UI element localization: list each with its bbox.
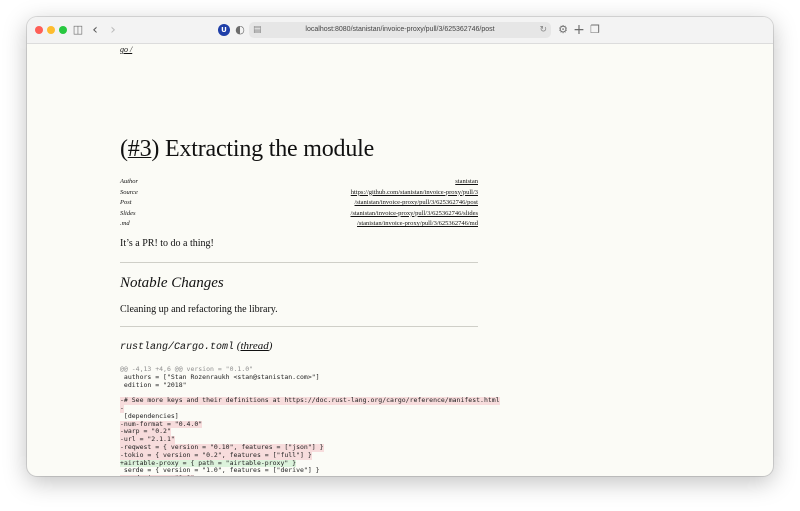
meta-value-link[interactable]: /stanistan/invoice-proxy/pull/3/62536274…: [164, 219, 478, 230]
meta-key: Post: [120, 199, 132, 207]
thread-link[interactable]: thread: [240, 340, 268, 352]
page-title: (#3) Extracting the module: [120, 136, 374, 163]
diff-line-row: -tokio = { version = "0.2", features = […: [120, 451, 773, 460]
minimize-window-button[interactable]: [47, 26, 55, 34]
diff-line-row: -reqwest = { version = "0.10", features …: [120, 443, 773, 452]
file-path: rustlang/Cargo.toml: [120, 342, 235, 353]
settings-icon[interactable]: ⚙: [557, 23, 569, 37]
section-text: Cleaning up and refactoring the library.: [120, 304, 278, 315]
diff-block: @@ -4,13 +4,6 @@ version = "0.1.0" autho…: [120, 365, 773, 476]
diff-line-row: -url = "2.1.1": [120, 435, 773, 444]
diff-line-ctx: serde = { version = "1.0", features = ["…: [120, 466, 320, 475]
extension-icon[interactable]: U: [218, 24, 230, 36]
divider: [120, 326, 478, 327]
diff-line-row: [dependencies]: [120, 412, 773, 420]
diff-line-row: -warp = "0.2": [120, 427, 773, 437]
diff-line-row: @@ -4,13 +4,6 @@ version = "0.1.0": [120, 365, 773, 373]
meta-key: .md: [120, 220, 130, 228]
reload-icon[interactable]: ↻: [539, 23, 547, 37]
diff-line-row: -# See more keys and their definitions a…: [120, 396, 773, 405]
diff-line-ctx: authors = ["Stan Rozenraukh <stan@stanis…: [120, 372, 320, 381]
title-text: ) Extracting the module: [151, 136, 375, 162]
diff-line-del: -# See more keys and their definitions a…: [120, 396, 500, 405]
address-bar[interactable]: ▤ localhost:8080/stanistan/invoice-proxy…: [249, 22, 551, 38]
diff-line-row: -serde_json = "1.0": [120, 474, 773, 476]
section-heading: Notable Changes: [120, 275, 224, 291]
pr-description: It’s a PR! to do a thing!: [120, 238, 214, 249]
diff-line-hunk: @@ -4,13 +4,6 @@ version = "0.1.0": [120, 365, 254, 373]
close-window-button[interactable]: [35, 26, 43, 34]
back-icon[interactable]: ‹: [89, 23, 101, 37]
diff-line-row: authors = ["Stan Rozenraukh <stan@stanis…: [120, 373, 773, 381]
meta-row: .md /stanistan/invoice-proxy/pull/3/6253…: [120, 219, 478, 230]
meta-value-link[interactable]: https://github.com/stanistan/invoice-pro…: [164, 188, 478, 199]
meta-value-link[interactable]: stanistan: [164, 177, 478, 188]
file-heading: rustlang/Cargo.toml (thread): [120, 340, 272, 353]
meta-key: Source: [120, 188, 138, 196]
meta-key: Author: [120, 178, 139, 185]
diff-line-row: +airtable-proxy = { path = "airtable-pro…: [120, 459, 773, 468]
browser-window: ◫ ‹ › U ◐ ▤ localhost:8080/stanistan/inv…: [27, 17, 773, 476]
diff-line-row: -num-format = "0.4.0": [120, 420, 773, 429]
divider: [120, 262, 478, 263]
page-content: go / (#3) Extracting the module Author s…: [27, 44, 773, 476]
sidebar-icon[interactable]: ◫: [71, 23, 85, 37]
meta-row: Author stanistan: [120, 177, 478, 188]
thread-close-paren: ): [268, 340, 273, 352]
diff-line-del: -serde_json = "1.0": [120, 474, 195, 476]
forward-icon[interactable]: ›: [107, 23, 119, 37]
meta-row: Slides /stanistan/invoice-proxy/pull/3/6…: [120, 209, 478, 220]
diff-line-ctx: edition = "2018": [120, 380, 187, 389]
browser-toolbar: ◫ ‹ › U ◐ ▤ localhost:8080/stanistan/inv…: [27, 17, 773, 44]
pr-number-link[interactable]: #3: [128, 136, 152, 162]
thread-wrapper: (thread): [237, 340, 273, 352]
diff-line-row: serde = { version = "1.0", features = ["…: [120, 466, 773, 474]
plus-icon[interactable]: +: [573, 23, 585, 37]
shield-icon[interactable]: ◐: [234, 23, 246, 37]
meta-row: Post /stanistan/invoice-proxy/pull/3/625…: [120, 198, 478, 209]
meta-row: Source https://github.com/stanistan/invo…: [120, 188, 478, 199]
diff-line-row: -: [120, 404, 773, 413]
meta-table: Author stanistan Source https://github.c…: [120, 177, 478, 230]
zoom-window-button[interactable]: [59, 26, 67, 34]
up-link[interactable]: go /: [120, 45, 132, 54]
diff-line-row: edition = "2018": [120, 381, 773, 389]
meta-value-link[interactable]: /stanistan/invoice-proxy/pull/3/62536274…: [164, 198, 479, 209]
meta-key: Slides: [120, 209, 136, 217]
diff-line-row: [120, 388, 773, 396]
tabs-icon[interactable]: ❐: [589, 23, 601, 37]
title-prefix: (: [120, 136, 128, 162]
diff-line-ctx: [dependencies]: [120, 411, 179, 420]
url-text[interactable]: localhost:8080/stanistan/invoice-proxy/p…: [249, 22, 551, 38]
meta-value-link[interactable]: /stanistan/invoice-proxy/pull/3/62536274…: [164, 209, 478, 220]
